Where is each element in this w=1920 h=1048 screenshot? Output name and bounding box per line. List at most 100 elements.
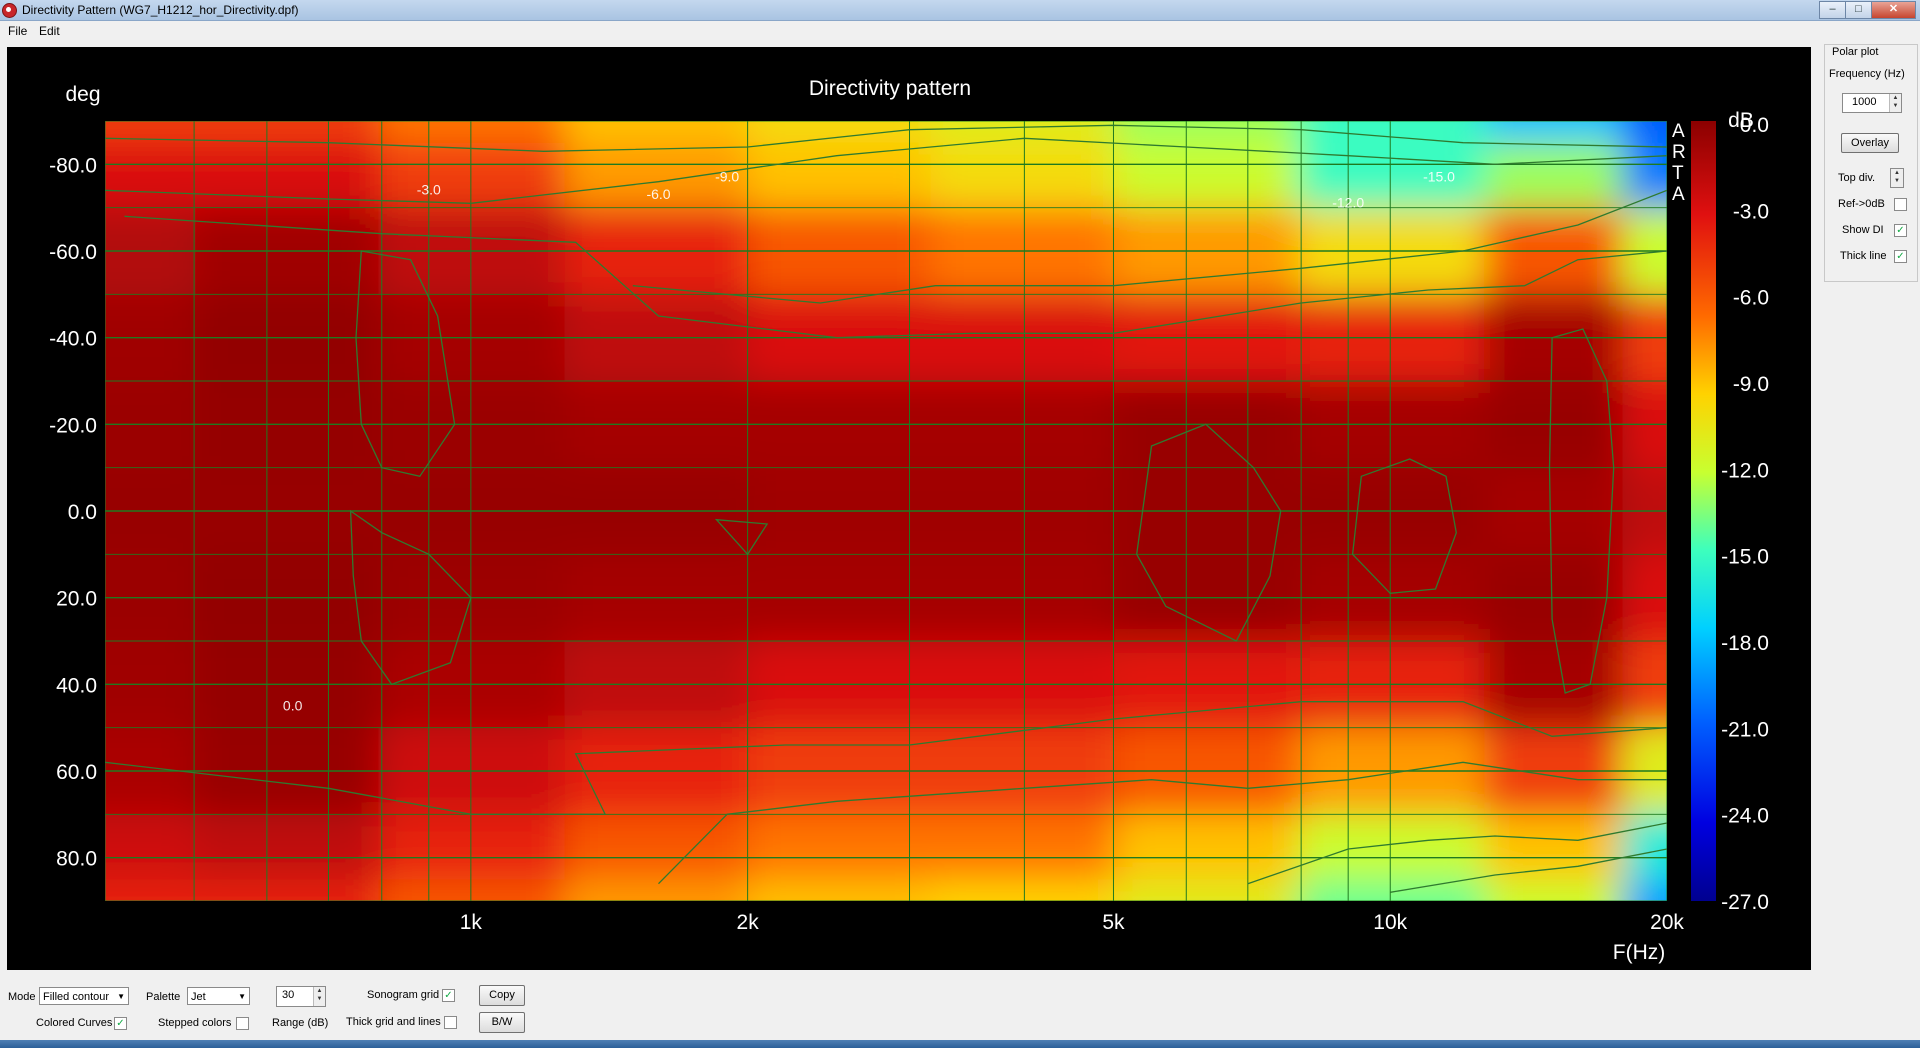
heatmap-cell — [1484, 814, 1624, 881]
heatmap-cell — [378, 814, 566, 881]
window-controls: – □ ✕ — [1819, 1, 1916, 19]
y-tick-label: 40.0 — [56, 674, 97, 697]
frequency-stepper-arrows[interactable]: ▲ ▼ — [1889, 94, 1901, 112]
contour-label: -3.0 — [417, 182, 441, 198]
heatmap-cell — [1297, 142, 1486, 209]
heatmap-cell — [747, 879, 932, 901]
colorbar-tick-label: -12.0 — [1721, 459, 1769, 482]
heatmap-cell — [1115, 879, 1299, 901]
heatmap-cell — [195, 879, 380, 901]
colored-curves-label: Colored Curves — [36, 1017, 113, 1029]
mode-dropdown-arrow-icon: ▼ — [117, 992, 125, 1001]
colorbar-tick-label: 0.0 — [1740, 114, 1769, 137]
contour-label: -6.0 — [646, 186, 670, 202]
heatmap-cell — [747, 814, 932, 881]
minimize-button[interactable]: – — [1819, 1, 1846, 19]
heatmap-cell — [1115, 121, 1299, 144]
polar-plot-panel: Polar plot Frequency (Hz) 1000 ▲ ▼ Overla… — [1824, 44, 1918, 284]
sonogram-grid-label: Sonogram grid — [367, 989, 440, 1001]
y-tick-label: 20.0 — [56, 588, 97, 611]
heatmap-cell — [930, 142, 1117, 209]
contour-label: -12.0 — [1332, 195, 1364, 211]
heatmap-cell — [195, 142, 380, 209]
x-tick-label: 1k — [460, 911, 483, 934]
frequency-stepper[interactable]: 1000 ▲ ▼ — [1842, 93, 1902, 113]
y-tick-label: -60.0 — [49, 241, 97, 264]
range-stepper-arrows[interactable]: ▲ ▼ — [313, 987, 325, 1006]
arta-watermark: ARTA — [1672, 121, 1686, 205]
mode-value: Filled contour — [43, 991, 110, 1003]
y-axis-unit: deg — [65, 83, 100, 106]
palette-value: Jet — [191, 991, 206, 1003]
heatmap-cell — [195, 121, 380, 144]
ref-0db-checkbox[interactable] — [1894, 198, 1907, 211]
top-div-label: Top div. — [1838, 172, 1876, 184]
plot-canvas: Directivity pattern deg F(Hz) dB -3.0 -6.… — [49, 77, 1769, 964]
menu-edit[interactable]: Edit — [39, 24, 60, 38]
colorbar — [1691, 121, 1716, 901]
top-div-stepper-arrows[interactable]: ▲ ▼ — [1891, 169, 1903, 187]
y-tick-label: 80.0 — [56, 848, 97, 871]
frequency-value: 1000 — [1852, 96, 1877, 108]
y-tick-label: -40.0 — [49, 328, 97, 351]
contour-label: -9.0 — [715, 169, 739, 185]
ref-0db-label: Ref->0dB — [1838, 198, 1885, 210]
copy-button[interactable]: Copy — [479, 985, 525, 1006]
colorbar-tick-label: -3.0 — [1733, 200, 1769, 223]
colorbar-ticks: 0.0 -3.0 -6.0 -9.0 -12.0 -15.0 -18.0 -21.0 -24.0… — [1721, 114, 1769, 914]
colorbar-tick-label: -15.0 — [1721, 546, 1769, 569]
heatmap-cell — [1115, 814, 1299, 881]
range-stepper[interactable]: 30 ▲ ▼ — [276, 986, 326, 1007]
bottom-controls: Mode Filled contour ▼ Palette Jet ▼ 30 ▲ ▼ … — [0, 978, 1920, 1038]
palette-select[interactable]: Jet ▼ — [187, 987, 250, 1005]
top-div-stepper[interactable]: ▲ ▼ — [1890, 168, 1904, 188]
show-di-label: Show DI — [1842, 224, 1884, 236]
heatmap-cell — [195, 814, 380, 881]
show-di-checkbox[interactable]: ✓ — [1894, 224, 1907, 237]
thick-line-checkbox[interactable]: ✓ — [1894, 250, 1907, 263]
app-icon — [2, 3, 17, 18]
x-tick-label: 10k — [1373, 911, 1407, 934]
heatmap-cell — [564, 814, 749, 881]
thick-grid-label: Thick grid and lines — [346, 1016, 441, 1028]
maximize-button[interactable]: □ — [1845, 1, 1872, 19]
colorbar-tick-label: -27.0 — [1721, 891, 1769, 914]
menu-bar: File Edit — [0, 21, 1920, 40]
heatmap-cell — [378, 121, 566, 144]
x-axis-unit: F(Hz) — [1613, 941, 1665, 964]
heatmap-cell — [1484, 142, 1624, 209]
contour-label: 0.0 — [283, 697, 303, 713]
heatmap-cell — [1484, 879, 1624, 901]
colorbar-tick-label: -6.0 — [1733, 287, 1769, 310]
heatmap-cell — [747, 142, 932, 209]
stepped-colors-label: Stepped colors — [158, 1017, 232, 1029]
stepped-colors-checkbox[interactable] — [236, 1017, 249, 1030]
colorbar-tick-label: -18.0 — [1721, 632, 1769, 655]
heatmap-cell — [1484, 121, 1624, 144]
overlay-button[interactable]: Overlay — [1841, 133, 1899, 153]
mode-select[interactable]: Filled contour ▼ — [39, 987, 129, 1005]
y-tick-label: 0.0 — [68, 501, 97, 524]
x-tick-label: 20k — [1650, 911, 1684, 934]
sonogram-grid-checkbox[interactable]: ✓ — [442, 989, 455, 1002]
svg-text:ARTA: ARTA — [1672, 121, 1686, 205]
palette-label: Palette — [146, 991, 181, 1003]
directivity-plot: Directivity pattern deg F(Hz) dB -3.0 -6.… — [7, 47, 1811, 970]
x-tick-label: 2k — [737, 911, 760, 934]
heatmap-cell — [378, 142, 566, 209]
colorbar-tick-label: -9.0 — [1733, 373, 1769, 396]
y-tick-label: -80.0 — [49, 154, 97, 177]
colorbar-tick-label: -21.0 — [1721, 718, 1769, 741]
heatmap-cell — [105, 879, 197, 901]
colored-curves-checkbox[interactable]: ✓ — [114, 1017, 127, 1030]
colorbar-tick-label: -24.0 — [1721, 805, 1769, 828]
heatmap-cell — [564, 879, 749, 901]
heatmap-cell — [1115, 142, 1299, 209]
thick-grid-checkbox[interactable] — [444, 1016, 457, 1029]
range-value: 30 — [282, 989, 295, 1001]
menu-file[interactable]: File — [8, 24, 27, 38]
heatmap-cell — [930, 814, 1117, 881]
close-button[interactable]: ✕ — [1871, 1, 1916, 19]
x-ticks: 1k 2k 5k 10k 20k — [460, 911, 1685, 934]
bw-button[interactable]: B/W — [479, 1012, 525, 1033]
